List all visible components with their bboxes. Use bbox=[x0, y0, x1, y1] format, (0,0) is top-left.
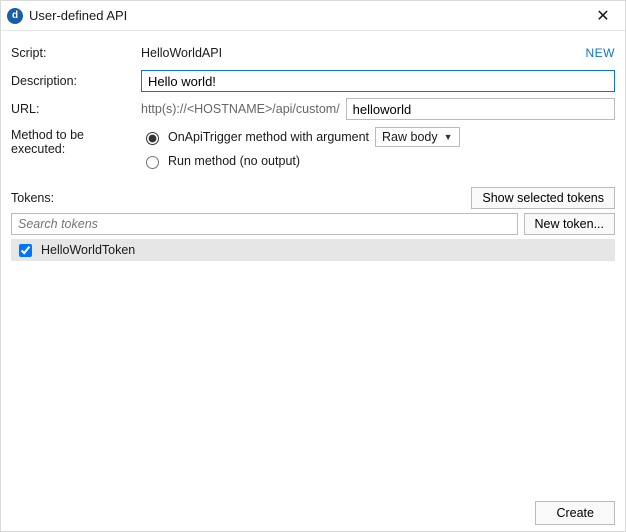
new-link[interactable]: NEW bbox=[586, 46, 616, 60]
form-area: Script: HelloWorldAPI NEW Description: U… bbox=[1, 31, 625, 177]
method-option2-label: Run method (no output) bbox=[168, 154, 300, 168]
url-label: URL: bbox=[11, 102, 141, 116]
method-radio-onapitrigger[interactable] bbox=[146, 132, 159, 145]
chevron-down-icon: ▼ bbox=[444, 132, 453, 142]
method-label: Method to be executed: bbox=[11, 125, 141, 156]
token-name: HelloWorldToken bbox=[41, 243, 135, 257]
titlebar: d User-defined API ✕ bbox=[1, 1, 625, 31]
script-label: Script: bbox=[11, 46, 141, 60]
argument-type-value: Raw body bbox=[382, 130, 438, 144]
show-selected-tokens-button[interactable]: Show selected tokens bbox=[471, 187, 615, 209]
description-input[interactable] bbox=[141, 70, 615, 92]
url-input[interactable] bbox=[346, 98, 615, 120]
close-icon[interactable]: ✕ bbox=[589, 5, 617, 27]
create-button[interactable]: Create bbox=[535, 501, 615, 525]
token-checkbox[interactable] bbox=[19, 244, 32, 257]
token-list: HelloWorldToken bbox=[1, 239, 625, 261]
method-option1-label: OnApiTrigger method with argument bbox=[168, 130, 369, 144]
script-value: HelloWorldAPI bbox=[141, 46, 222, 60]
argument-type-select[interactable]: Raw body ▼ bbox=[375, 127, 460, 147]
description-label: Description: bbox=[11, 74, 141, 88]
url-prefix: http(s)://<HOSTNAME>/api/custom/ bbox=[141, 102, 340, 116]
method-radio-run[interactable] bbox=[146, 156, 159, 169]
new-token-button[interactable]: New token... bbox=[524, 213, 615, 235]
search-tokens-input[interactable] bbox=[11, 213, 518, 235]
window-title: User-defined API bbox=[29, 8, 589, 23]
token-item[interactable]: HelloWorldToken bbox=[11, 239, 615, 261]
tokens-label: Tokens: bbox=[11, 191, 471, 205]
app-icon: d bbox=[7, 8, 23, 24]
